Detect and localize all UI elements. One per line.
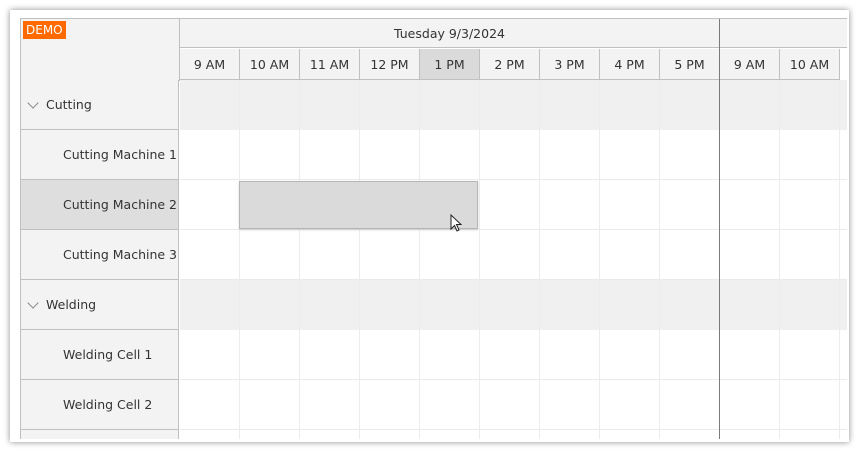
hour-label: 2 PM (494, 56, 525, 72)
scheduler: DEMO Tuesday 9/3/2024 9 AM 10 AM 11 AM 1… (20, 18, 847, 439)
group-row-cutting[interactable]: Cutting (21, 80, 179, 130)
resource-row[interactable]: Welding Cell 2 (21, 380, 179, 430)
day-header: Tuesday 9/3/2024 (180, 19, 720, 48)
row-label: Welding Cell 2 (63, 397, 153, 412)
hour-label: 10 AM (789, 56, 830, 72)
grid-line (659, 80, 660, 439)
scheduler-window: DEMO Tuesday 9/3/2024 9 AM 10 AM 11 AM 1… (10, 10, 849, 442)
day-header-label: Tuesday 9/3/2024 (394, 25, 505, 41)
grid-row[interactable] (180, 130, 847, 180)
grid-line (779, 80, 780, 439)
hour-label: 4 PM (614, 56, 645, 72)
grid-row-group[interactable] (180, 280, 847, 330)
row-label: Cutting (46, 97, 92, 112)
chevron-down-icon[interactable] (27, 96, 39, 109)
chevron-down-icon[interactable] (27, 296, 39, 309)
row-label: Cutting Machine 3 (63, 247, 178, 262)
hour-label: 9 AM (193, 56, 226, 72)
grid-row-group[interactable] (180, 80, 847, 130)
hour-header[interactable]: 3 PM (540, 49, 600, 80)
hour-label: 3 PM (554, 56, 585, 72)
resource-row[interactable]: Welding Cell 1 (21, 330, 179, 380)
time-range-selection[interactable] (239, 181, 478, 229)
resource-row[interactable]: Cutting Machine 1 (21, 130, 179, 180)
grid-row[interactable] (180, 330, 847, 380)
hour-header[interactable]: 11 AM (300, 49, 360, 80)
hour-header[interactable]: 12 PM (360, 49, 420, 80)
hour-header[interactable]: 9 AM (180, 49, 240, 80)
grid-line (839, 80, 840, 439)
day-header (720, 19, 847, 48)
row-label: Welding Cell 1 (63, 347, 153, 362)
demo-badge: DEMO (23, 21, 66, 39)
hour-label: 12 PM (370, 56, 409, 72)
grid-row[interactable] (180, 230, 847, 280)
hour-header[interactable]: 10 AM (780, 49, 840, 80)
grid-line (419, 80, 420, 439)
grid-line (479, 80, 480, 439)
grid-row[interactable] (180, 380, 847, 430)
hour-header[interactable]: 10 AM (240, 49, 300, 80)
mouse-cursor-icon (450, 214, 463, 232)
day-separator (719, 19, 720, 439)
resource-row[interactable]: Cutting Machine 3 (21, 230, 179, 280)
hour-label: 1 PM (434, 56, 465, 72)
grid-line (299, 80, 300, 439)
hour-header[interactable]: 2 PM (480, 49, 540, 80)
row-label: Welding (46, 297, 97, 312)
hour-label: 5 PM (674, 56, 705, 72)
group-row-welding[interactable]: Welding (21, 280, 179, 330)
resource-row-partial (21, 430, 179, 439)
hour-label: 10 AM (249, 56, 290, 72)
hour-header[interactable]: 5 PM (660, 49, 720, 80)
hour-label: 9 AM (733, 56, 766, 72)
resource-row-selected[interactable]: Cutting Machine 2 (21, 180, 179, 230)
grid-line (239, 80, 240, 439)
hour-header-selected[interactable]: 1 PM (420, 49, 480, 80)
grid-line (599, 80, 600, 439)
hour-label: 11 AM (309, 56, 350, 72)
hour-header[interactable]: 9 AM (720, 49, 780, 80)
scheduler-corner: DEMO (21, 19, 180, 81)
hour-header[interactable]: 4 PM (600, 49, 660, 80)
row-label: Cutting Machine 2 (63, 197, 178, 212)
grid-line (539, 80, 540, 439)
row-label: Cutting Machine 1 (63, 147, 178, 162)
grid-line (359, 80, 360, 439)
